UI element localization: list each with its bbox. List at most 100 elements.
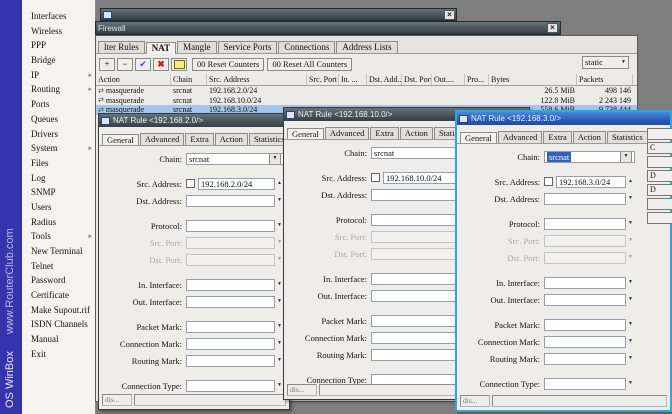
sidebar-item-make-supout-rif[interactable]: Make Supout.rif (22, 303, 95, 318)
tab-address-lists[interactable]: Address Lists (336, 41, 397, 53)
src-address-input[interactable]: 192.168.3.0/24 (556, 176, 626, 188)
comment-button[interactable] (171, 58, 187, 71)
sidebar-item-tools[interactable]: Tools▸ (22, 229, 95, 244)
sidebar-item-bridge[interactable]: Bridge (22, 53, 95, 68)
chain-select[interactable]: srcnat▼ (186, 153, 284, 165)
connection-type-input[interactable] (186, 380, 275, 392)
in-interface-input[interactable] (544, 277, 626, 289)
tab-extra[interactable]: Extra (185, 133, 213, 145)
out-interface-input[interactable] (544, 294, 626, 306)
chevron-down-icon[interactable]: ▼ (626, 339, 635, 344)
sidebar-item-telnet[interactable]: Telnet (22, 259, 95, 274)
tab-mangle[interactable]: Mangle (177, 41, 217, 53)
table-row[interactable]: ⇄masquerade srcnat 192.168.2.0/24 26.5 M… (96, 86, 637, 96)
enable-rule-button[interactable]: ✔ (135, 58, 151, 71)
sidebar-item-new-terminal[interactable]: New Terminal (22, 244, 95, 259)
remove-rule-button[interactable]: − (117, 58, 133, 71)
chevron-down-icon[interactable]: ▼ (269, 153, 281, 165)
chain-select[interactable]: srcnat▼ (544, 151, 635, 163)
sidebar-item-wireless[interactable]: Wireless (22, 24, 95, 39)
add-rule-button[interactable]: + (99, 58, 115, 71)
sidebar-item-ppp[interactable]: PPP (22, 38, 95, 53)
close-icon[interactable]: × (444, 10, 455, 20)
col-dst-address[interactable]: Dst. Add... (367, 74, 402, 85)
src-address-input[interactable]: 192.168.2.0/24 (198, 178, 275, 190)
src-address-checkbox[interactable] (544, 177, 553, 186)
chevron-up-icon[interactable]: ▲ (626, 179, 635, 184)
col-src-port[interactable]: Src. Port (307, 74, 339, 85)
col-in-interface[interactable]: In. ... (339, 74, 367, 85)
col-action[interactable]: Action (96, 74, 171, 85)
tab-service-ports[interactable]: Service Ports (218, 41, 278, 53)
sidebar-item-log[interactable]: Log (22, 171, 95, 186)
sidebar-item-password[interactable]: Password (22, 273, 95, 288)
dialog-titlebar[interactable]: NAT Rule <192.168.3.0/> (457, 112, 670, 125)
sidebar-item-isdn-channels[interactable]: ISDN Channels (22, 317, 95, 332)
dst-address-input[interactable] (544, 193, 626, 205)
col-chain[interactable]: Chain (171, 74, 207, 85)
reset-counters-button[interactable]: 00 Reset Counters (192, 58, 264, 71)
connection-type-input[interactable] (544, 378, 626, 390)
col-out-interface[interactable]: Out.... (432, 74, 465, 85)
sidebar-item-exit[interactable]: Exit (22, 347, 95, 362)
sidebar-item-system[interactable]: System▸ (22, 141, 95, 156)
packet-mark-input[interactable] (186, 321, 275, 333)
side-button[interactable] (647, 212, 672, 224)
tab-statistics[interactable]: Statistics (607, 131, 648, 143)
side-button[interactable]: C (647, 142, 672, 154)
col-bytes[interactable]: Bytes (489, 74, 577, 85)
tab-extra[interactable]: Extra (370, 127, 398, 139)
sidebar-item-ip[interactable]: IP▸ (22, 68, 95, 83)
sidebar-item-routing[interactable]: Routing▸ (22, 82, 95, 97)
rule-filter-dropdown[interactable]: static ▼ (582, 56, 629, 69)
protocol-input[interactable] (544, 218, 626, 230)
packet-mark-input[interactable] (544, 319, 626, 331)
protocol-input[interactable] (186, 220, 275, 232)
tab-action[interactable]: Action (215, 133, 248, 145)
in-interface-input[interactable] (186, 279, 275, 291)
sidebar-item-interfaces[interactable]: Interfaces (22, 9, 95, 24)
tab-general[interactable]: General (460, 132, 497, 144)
chevron-down-icon[interactable]: ▼ (626, 356, 635, 361)
dst-address-input[interactable] (186, 195, 275, 207)
out-interface-input[interactable] (186, 296, 275, 308)
chevron-down-icon[interactable]: ▼ (626, 280, 635, 285)
tab-general[interactable]: General (287, 128, 324, 140)
col-protocol[interactable]: Pro... (465, 74, 489, 85)
sidebar-item-radius[interactable]: Radius (22, 215, 95, 230)
side-button[interactable] (647, 128, 672, 140)
sidebar-item-manual[interactable]: Manual (22, 332, 95, 347)
reset-all-counters-button[interactable]: 00 Reset All Counters (267, 58, 352, 71)
col-packets[interactable]: Packets (577, 74, 633, 85)
routing-mark-input[interactable] (544, 353, 626, 365)
chevron-down-icon[interactable]: ▼ (626, 322, 635, 327)
chevron-down-icon[interactable]: ▼ (626, 381, 635, 386)
connection-mark-input[interactable] (186, 338, 275, 350)
background-window-titlebar[interactable]: × (100, 8, 457, 21)
sidebar-item-ports[interactable]: Ports (22, 97, 95, 112)
tab-advanced[interactable]: Advanced (498, 131, 542, 143)
sidebar-item-drivers[interactable]: Drivers (22, 127, 95, 142)
connection-mark-input[interactable] (544, 336, 626, 348)
tab-connections[interactable]: Connections (278, 41, 335, 53)
col-src-address[interactable]: Src. Address (207, 74, 307, 85)
src-address-checkbox[interactable] (371, 173, 380, 182)
chevron-down-icon[interactable]: ▼ (620, 151, 632, 163)
close-icon[interactable]: × (547, 23, 558, 33)
chevron-down-icon[interactable]: ▼ (626, 297, 635, 302)
chevron-down-icon[interactable]: ▼ (626, 196, 635, 201)
side-button[interactable]: D (647, 170, 672, 182)
tab-action[interactable]: Action (400, 127, 433, 139)
sidebar-item-snmp[interactable]: SNMP (22, 185, 95, 200)
side-button[interactable]: D (647, 184, 672, 196)
src-address-checkbox[interactable] (186, 179, 195, 188)
sidebar-item-files[interactable]: Files (22, 156, 95, 171)
table-row[interactable]: ⇄masquerade srcnat 192.168.10.0/24 122.8… (96, 96, 637, 106)
tab-action[interactable]: Action (573, 131, 606, 143)
dialog-titlebar[interactable]: NAT Rule <192.168.2.0/> (99, 114, 289, 127)
tab-advanced[interactable]: Advanced (140, 133, 184, 145)
sidebar-item-queues[interactable]: Queues (22, 112, 95, 127)
routing-mark-input[interactable] (186, 355, 275, 367)
tab-general[interactable]: General (102, 134, 139, 146)
side-button[interactable] (647, 156, 672, 168)
